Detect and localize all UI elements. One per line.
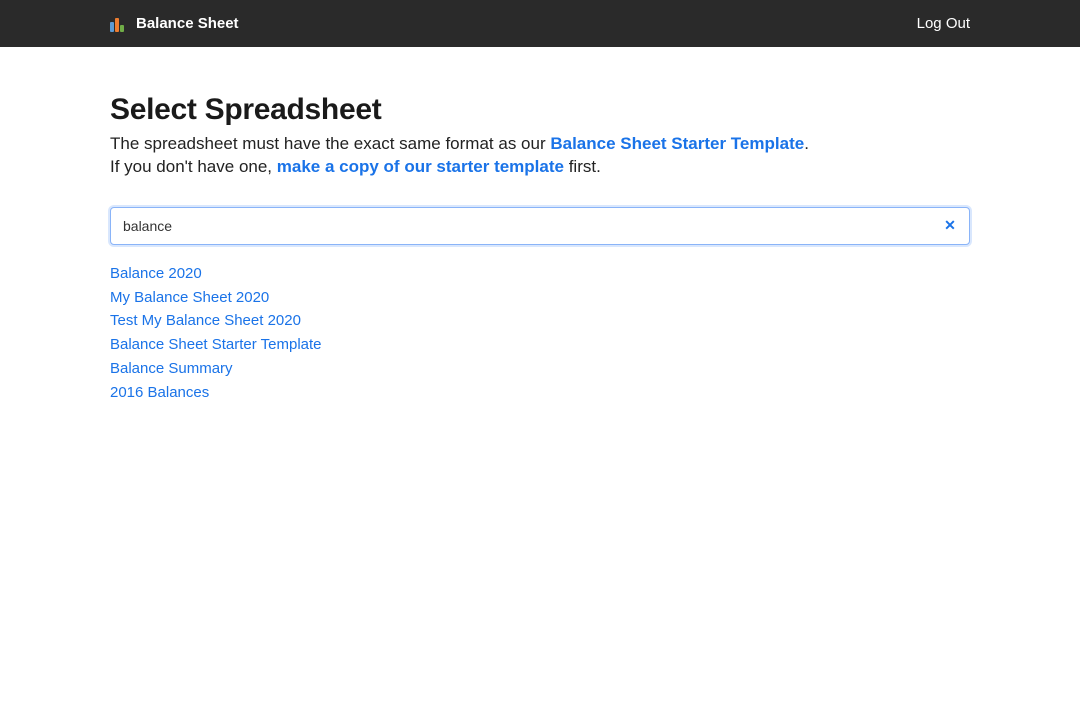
copy-template-link[interactable]: make a copy of our starter template <box>277 157 564 176</box>
instruction-text-2-start: If you don't have one, <box>110 157 277 176</box>
search-wrapper: ✕ <box>110 207 970 245</box>
clear-icon[interactable]: ✕ <box>942 218 958 234</box>
result-item[interactable]: 2016 Balances <box>110 382 970 404</box>
brand[interactable]: Balance Sheet <box>110 15 239 32</box>
result-item[interactable]: Test My Balance Sheet 2020 <box>110 310 970 332</box>
result-item[interactable]: Balance Summary <box>110 358 970 380</box>
app-title: Balance Sheet <box>136 15 239 32</box>
starter-template-link[interactable]: Balance Sheet Starter Template <box>550 134 804 153</box>
page-title: Select Spreadsheet <box>110 93 970 127</box>
instruction-text-2-end: first. <box>564 157 601 176</box>
instruction-text-1-end: . <box>804 134 809 153</box>
search-input[interactable] <box>110 207 970 245</box>
topbar: Balance Sheet Log Out <box>0 0 1080 47</box>
logout-link[interactable]: Log Out <box>917 15 970 32</box>
instructions: The spreadsheet must have the exact same… <box>110 133 970 179</box>
instruction-text-1: The spreadsheet must have the exact same… <box>110 134 550 153</box>
search-results: Balance 2020 My Balance Sheet 2020 Test … <box>110 263 970 404</box>
result-item[interactable]: Balance Sheet Starter Template <box>110 334 970 356</box>
result-item[interactable]: Balance 2020 <box>110 263 970 285</box>
main-content: Select Spreadsheet The spreadsheet must … <box>0 47 1080 403</box>
barchart-icon <box>110 16 126 32</box>
result-item[interactable]: My Balance Sheet 2020 <box>110 287 970 309</box>
